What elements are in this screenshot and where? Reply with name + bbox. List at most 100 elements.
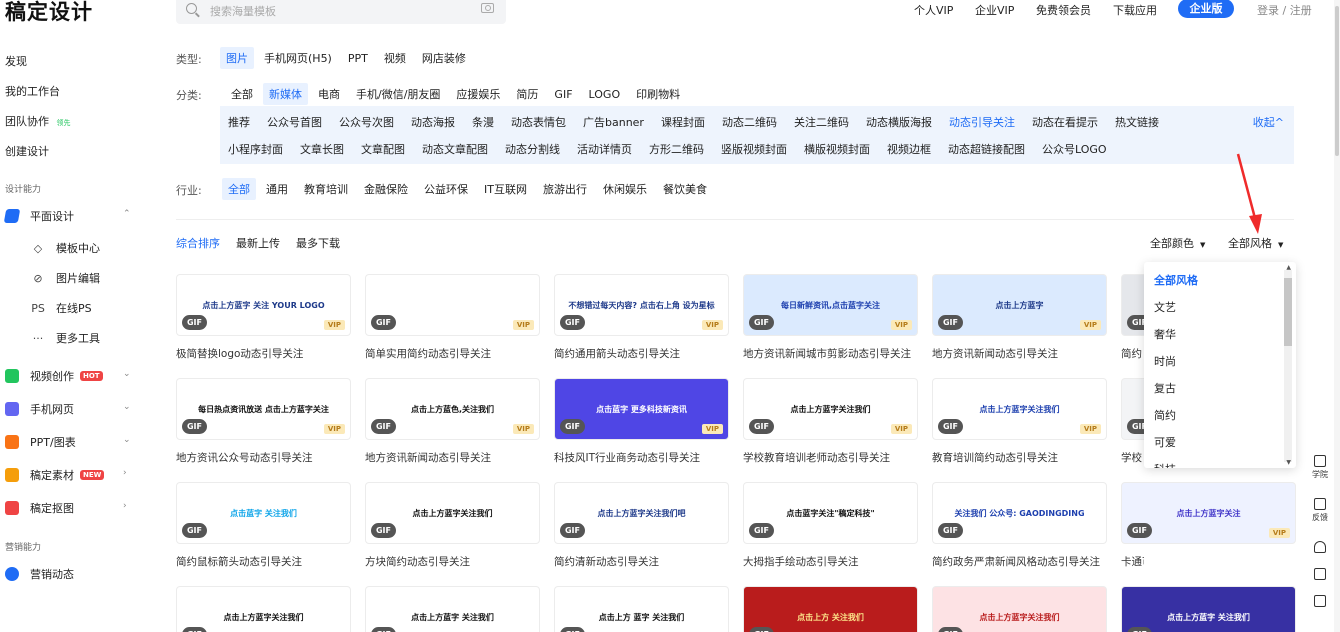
subcategory-row2-8[interactable]: 横版视频封面 — [796, 141, 879, 157]
sidebar-item-4[interactable]: 稿定抠图 › — [5, 500, 135, 516]
category-tab-1[interactable]: 新媒体 — [263, 83, 308, 105]
style-option-4[interactable]: 复古 — [1154, 380, 1176, 396]
industry-tab-1[interactable]: 通用 — [260, 178, 294, 200]
industry-tab-7[interactable]: 休闲娱乐 — [597, 178, 653, 200]
login-link[interactable]: 登录 / 注册 — [1257, 2, 1312, 18]
subcategory-row1-7[interactable]: 课程封面 — [653, 114, 714, 130]
industry-tab-4[interactable]: 公益环保 — [418, 178, 474, 200]
template-card[interactable]: 每日新鲜资讯,点击蓝字关注 GIF VIP — [743, 274, 918, 336]
template-card[interactable]: 关注我们 公众号: GAODINGDING GIF — [932, 482, 1107, 544]
subcategory-row1-8[interactable]: 动态二维码 — [714, 114, 786, 130]
template-card[interactable]: 点击上方蓝字 关注我们 GIF — [1121, 586, 1296, 632]
category-tab-6[interactable]: GIF — [548, 85, 578, 104]
industry-tab-2[interactable]: 教育培训 — [298, 178, 354, 200]
template-card[interactable]: 点击上方蓝字关注我们 GIF VIP — [932, 378, 1107, 440]
template-card[interactable]: 点击蓝字 关注我们 GIF — [176, 482, 351, 544]
sidebar-item-workspace[interactable]: 我的工作台 — [5, 83, 60, 99]
category-tab-5[interactable]: 简历 — [510, 83, 544, 105]
subcategory-row2-6[interactable]: 方形二维码 — [641, 141, 713, 157]
scroll-down-icon[interactable]: ▼ — [1286, 459, 1291, 466]
template-card[interactable]: 点击上方蓝字关注我们GIF — [365, 482, 540, 544]
template-title[interactable]: 方块简约动态引导关注 — [365, 554, 470, 569]
template-card[interactable]: 点击上方蓝字关注我们 GIF VIP — [743, 378, 918, 440]
template-card[interactable]: 点击蓝字 更多科技新资讯 GIF VIP — [554, 378, 729, 440]
subcategory-row2-2[interactable]: 文章配图 — [353, 141, 414, 157]
subcategory-row2-10[interactable]: 动态超链接配图 — [940, 141, 1034, 157]
subcategory-row2-4[interactable]: 动态分割线 — [497, 141, 569, 157]
sort-comprehensive[interactable]: 综合排序 — [176, 235, 220, 251]
industry-tab-6[interactable]: 旅游出行 — [537, 178, 593, 200]
search-input[interactable]: 搜索海量模板 — [210, 3, 276, 19]
subcategory-row1-1[interactable]: 公众号首图 — [259, 114, 331, 130]
template-title[interactable]: 简约通用箭头动态引导关注 — [554, 346, 680, 361]
industry-tab-3[interactable]: 金融保险 — [358, 178, 414, 200]
template-title[interactable]: 地方资讯新闻城市剪影动态引导关注 — [743, 346, 911, 361]
category-tab-7[interactable]: LOGO — [583, 85, 627, 104]
style-option-5[interactable]: 简约 — [1154, 407, 1176, 423]
template-card[interactable]: 点击上方蓝字关注 GIF VIP — [1121, 482, 1296, 544]
template-title[interactable]: 地方资讯新闻动态引导关注 — [932, 346, 1058, 361]
nav-download-app[interactable]: 下载应用 — [1113, 2, 1157, 18]
dropdown-scroll-thumb[interactable] — [1284, 278, 1292, 346]
nav-enterprise-vip[interactable]: 企业VIP — [975, 2, 1014, 18]
template-card[interactable]: 点击蓝字关注"稿定科技" GIF — [743, 482, 918, 544]
subcategory-row1-5[interactable]: 动态表情包 — [503, 114, 575, 130]
type-tab-0[interactable]: 图片 — [220, 47, 254, 69]
subcategory-row1-0[interactable]: 推荐 — [220, 114, 259, 130]
template-card[interactable]: 点击上方蓝字关注我们GIF — [176, 586, 351, 632]
type-tab-4[interactable]: 网店装修 — [416, 47, 472, 69]
style-dropdown[interactable]: 全部风格文艺奢华时尚复古简约可爱科技 ▲ ▼ — [1144, 262, 1296, 468]
category-tab-8[interactable]: 印刷物料 — [630, 83, 686, 105]
template-title[interactable]: 地方资讯新闻动态引导关注 — [365, 450, 491, 465]
nav-personal-vip[interactable]: 个人VIP — [914, 2, 953, 18]
template-title[interactable]: 地方资讯公众号动态引导关注 — [176, 450, 313, 465]
template-title[interactable]: 学校教育培训老师动态引导关注 — [743, 450, 890, 465]
sidebar-sub-more-tools[interactable]: ··· 更多工具 — [30, 330, 100, 346]
template-title[interactable]: 简约 — [1121, 346, 1142, 361]
template-title[interactable]: 学校 — [1121, 450, 1142, 465]
subcategory-row1-4[interactable]: 条漫 — [464, 114, 503, 130]
sidebar-sub-online-ps[interactable]: PS 在线PS — [30, 300, 91, 316]
subcategory-row1-11[interactable]: 动态引导关注 — [941, 114, 1024, 130]
support-tool[interactable] — [1306, 541, 1334, 555]
category-tab-3[interactable]: 手机/微信/朋友圈 — [350, 83, 446, 105]
template-card[interactable]: 点击上方蓝色,关注我们 GIF VIP — [365, 378, 540, 440]
style-option-6[interactable]: 可爱 — [1154, 434, 1176, 450]
subcategory-row1-13[interactable]: 热文链接 — [1107, 114, 1168, 130]
template-card[interactable]: 点击上方蓝字 GIF VIP — [932, 274, 1107, 336]
template-title[interactable]: 科技风IT行业商务动态引导关注 — [554, 450, 700, 465]
category-tab-0[interactable]: 全部 — [225, 83, 259, 105]
category-tab-4[interactable]: 应援娱乐 — [450, 83, 506, 105]
sidebar-item-0[interactable]: 视频创作 HOT ⌄ — [5, 368, 135, 384]
sidebar-item-1[interactable]: 手机网页 ⌄ — [5, 401, 135, 417]
subcategory-row1-10[interactable]: 动态横版海报 — [858, 114, 941, 130]
template-card[interactable]: 点击上方蓝字 关注我们 GIF — [365, 586, 540, 632]
template-card[interactable]: 点击上方 关注我们 GIF — [743, 586, 918, 632]
type-tab-1[interactable]: 手机网页(H5) — [258, 47, 338, 69]
sidebar-sub-template-center[interactable]: ◇ 模板中心 — [30, 240, 100, 256]
subcategory-row1-9[interactable]: 关注二维码 — [786, 114, 858, 130]
template-card[interactable]: 点击上方 蓝字 关注我们 GIF — [554, 586, 729, 632]
sidebar-item-marketing[interactable]: 营销动态 — [5, 566, 74, 582]
subcategory-row2-0[interactable]: 小程序封面 — [220, 141, 292, 157]
nav-free-member[interactable]: 免费领会员 — [1036, 2, 1091, 18]
industry-tab-0[interactable]: 全部 — [222, 178, 256, 200]
subcategory-row2-1[interactable]: 文章长图 — [292, 141, 353, 157]
type-tab-2[interactable]: PPT — [342, 49, 374, 68]
subcategory-row1-3[interactable]: 动态海报 — [403, 114, 464, 130]
sort-newest[interactable]: 最新上传 — [236, 235, 280, 251]
subcategory-row2-11[interactable]: 公众号LOGO — [1034, 141, 1116, 157]
sidebar-item-flat-design[interactable]: 平面设计 ⌃ — [3, 208, 135, 224]
template-title[interactable]: 简约政务严肃新闻风格动态引导关注 — [932, 554, 1100, 569]
template-title[interactable]: 卡通可爱动态引导关注 — [1121, 554, 1144, 569]
industry-tab-8[interactable]: 餐饮美食 — [657, 178, 713, 200]
template-card[interactable]: 点击上方蓝字关注我们GIF — [932, 586, 1107, 632]
enterprise-button[interactable]: 企业版 — [1178, 0, 1234, 18]
subcategory-row1-12[interactable]: 动态在看提示 — [1024, 114, 1107, 130]
template-title[interactable]: 简单实用简约动态引导关注 — [365, 346, 491, 361]
template-card[interactable]: 每日热点资讯放送 点击上方蓝字关注 GIF VIP — [176, 378, 351, 440]
template-card[interactable]: 点击上方蓝字 关注 YOUR LOGO GIF VIP — [176, 274, 351, 336]
sidebar-sub-image-edit[interactable]: ⊘ 图片编辑 — [30, 270, 100, 286]
feedback-tool[interactable]: 反馈 — [1306, 498, 1334, 523]
camera-icon[interactable] — [481, 3, 494, 13]
